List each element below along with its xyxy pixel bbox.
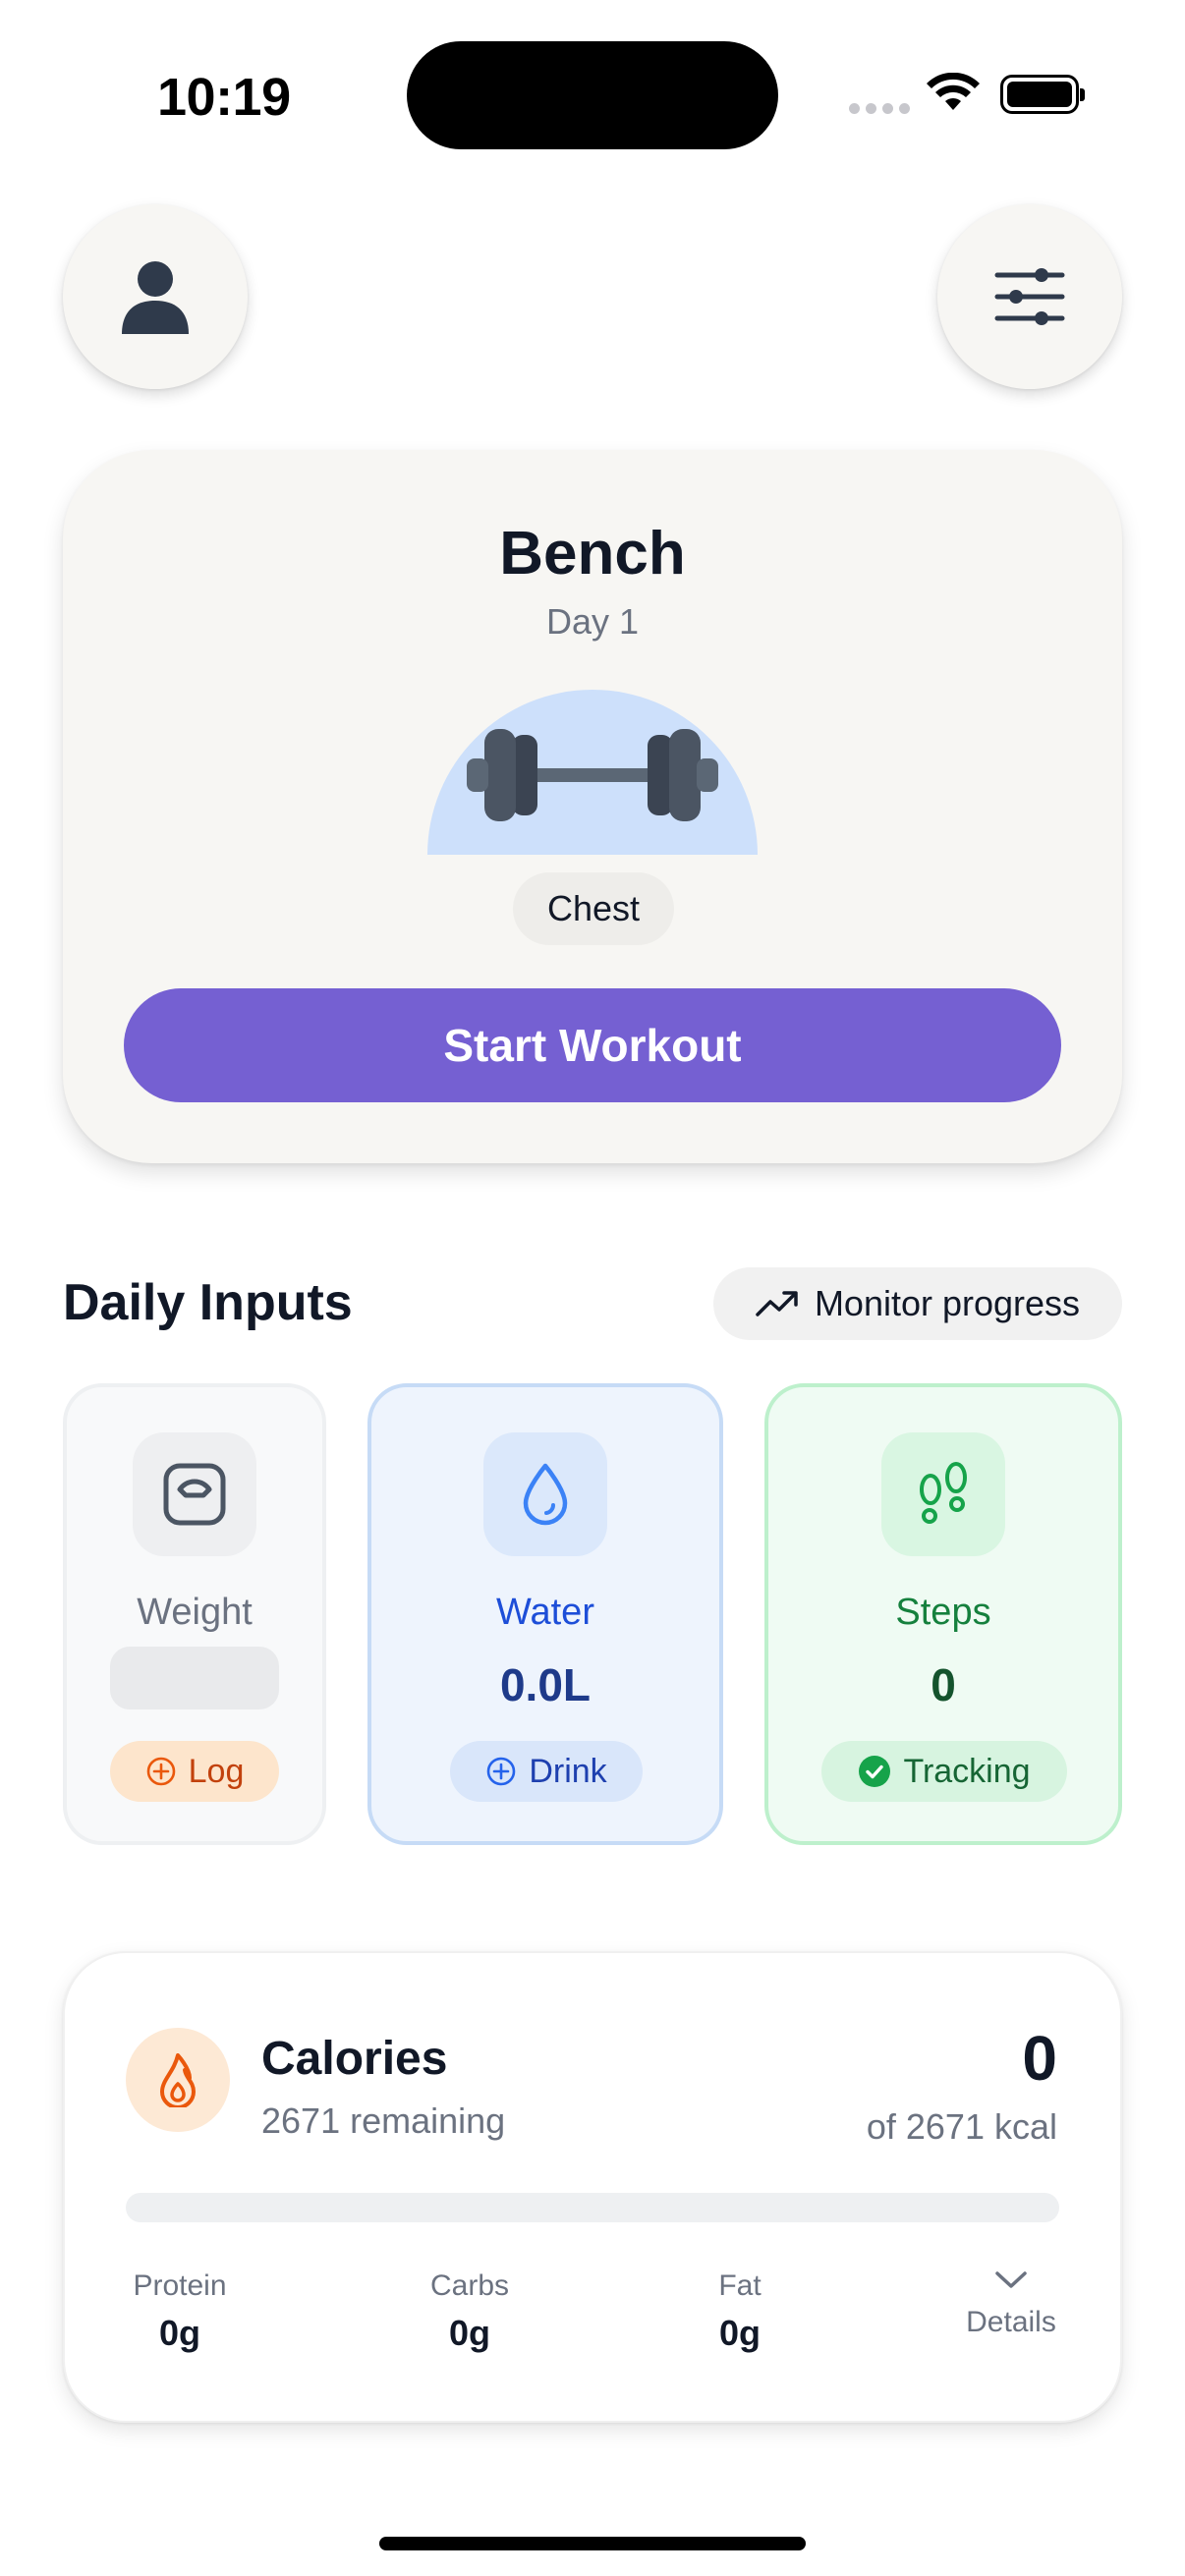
details-label: Details <box>966 2306 1056 2338</box>
tracking-label: Tracking <box>903 1752 1031 1790</box>
home-indicator <box>379 2537 806 2550</box>
wifi-icon <box>927 73 980 110</box>
macro-label: Fat <box>718 2269 762 2302</box>
weight-tile[interactable]: Weight Log <box>63 1383 326 1845</box>
macro-value: 0g <box>718 2313 761 2353</box>
monitor-progress-label: Monitor progress <box>814 1283 1081 1323</box>
profile-button[interactable] <box>63 204 248 389</box>
daily-inputs-title: Daily Inputs <box>63 1274 353 1331</box>
drink-water-button[interactable]: Drink <box>450 1741 643 1802</box>
battery-icon <box>1000 75 1085 114</box>
muscle-group-chip: Chest <box>513 872 674 945</box>
trending-up-icon <box>756 1291 798 1316</box>
log-label: Log <box>188 1752 245 1790</box>
macro-value: 0g <box>158 2313 200 2353</box>
calories-remaining: 2671 remaining <box>261 2100 506 2141</box>
dumbbell-illustration <box>427 688 758 855</box>
weight-input[interactable] <box>110 1647 279 1709</box>
steps-value: 0 <box>931 1659 956 1710</box>
water-label: Water <box>496 1592 594 1633</box>
details-toggle[interactable]: Details <box>947 2269 1075 2339</box>
plus-circle-icon <box>487 1757 516 1786</box>
drink-label: Drink <box>529 1752 607 1790</box>
footsteps-icon <box>920 1462 967 1524</box>
water-icon-box <box>483 1432 607 1556</box>
dynamic-island <box>407 41 778 149</box>
dumbbell-icon <box>427 690 758 855</box>
workout-day: Day 1 <box>545 601 640 642</box>
plus-circle-icon <box>146 1757 175 1786</box>
water-value: 0.0L <box>499 1659 592 1710</box>
steps-label: Steps <box>895 1592 991 1633</box>
macro-label: Protein <box>133 2269 227 2302</box>
macro-carbs: Carbs 0g <box>421 2269 519 2354</box>
person-icon <box>122 261 189 334</box>
droplet-icon <box>523 1463 568 1526</box>
cellular-signal-icon <box>849 103 910 114</box>
macro-value: 0g <box>448 2313 490 2353</box>
steps-tracking-badge: Tracking <box>821 1741 1067 1802</box>
calories-consumed: 0 <box>1022 2023 1057 2094</box>
chevron-down-icon <box>995 2271 1027 2288</box>
scale-icon <box>163 1463 226 1526</box>
sliders-icon <box>994 268 1065 325</box>
macro-label: Carbs <box>429 2269 510 2302</box>
macro-protein: Protein 0g <box>126 2269 234 2354</box>
calories-goal: of 2671 kcal <box>866 2106 1057 2147</box>
workout-title: Bench <box>499 520 686 588</box>
water-tile[interactable]: Water 0.0L Drink <box>367 1383 723 1845</box>
calories-title: Calories <box>261 2033 448 2085</box>
check-circle-icon <box>859 1756 891 1787</box>
log-weight-button[interactable]: Log <box>110 1741 279 1802</box>
start-workout-button[interactable]: Start Workout <box>124 988 1061 1102</box>
settings-filter-button[interactable] <box>937 204 1122 389</box>
flame-icon <box>160 2053 196 2107</box>
calories-icon-box <box>126 2028 230 2132</box>
weight-label: Weight <box>137 1592 253 1633</box>
steps-icon-box <box>881 1432 1005 1556</box>
weight-icon-box <box>133 1432 256 1556</box>
steps-tile[interactable]: Steps 0 Tracking <box>764 1383 1122 1845</box>
monitor-progress-button[interactable]: Monitor progress <box>713 1267 1122 1340</box>
macro-fat: Fat 0g <box>696 2269 784 2354</box>
status-time: 10:19 <box>157 68 291 127</box>
calories-progress-bar <box>126 2193 1059 2222</box>
